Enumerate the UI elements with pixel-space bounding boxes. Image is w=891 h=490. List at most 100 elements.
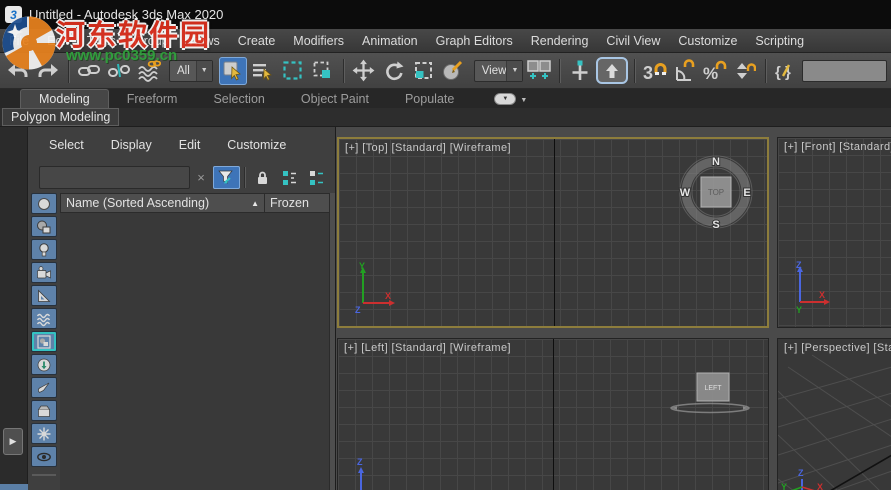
display-bones-toggle[interactable] [31,377,57,398]
menu-animation[interactable]: Animation [353,29,427,52]
ribbon-minimize-button[interactable]: ▼ [494,93,517,105]
display-particles-toggle[interactable] [31,423,57,444]
axis-tripod-left: Z [357,457,364,490]
undo-button[interactable] [4,57,32,85]
display-xrefs-toggle[interactable] [31,354,57,375]
viewport-perspective[interactable]: [+] [Perspective] [Standard] [Wireframe]… [777,338,891,490]
select-and-rotate-button[interactable] [380,57,408,85]
window-crossing-button[interactable] [309,57,337,85]
scene-explorer-table-body[interactable] [60,213,329,490]
menu-scripting[interactable]: Scripting [746,29,813,52]
column-header-frozen[interactable]: Frozen [265,194,330,212]
display-containers-toggle[interactable] [31,400,57,421]
viewport-top[interactable]: [+] [Top] [Standard] [Wireframe] Y X Z T… [337,137,769,328]
view-cube-top-face[interactable]: TOP [708,188,724,197]
reference-coordinate-value: View [481,64,507,77]
display-groups-toggle[interactable] [31,331,57,352]
lock-explorer-button[interactable] [249,166,276,189]
ribbon-tab-freeform[interactable]: Freeform [109,90,196,108]
display-space-warps-toggle[interactable] [31,308,57,329]
explorer-menu-edit[interactable]: Edit [179,138,201,152]
viewport-left-label[interactable]: [+] [Left] [Standard] [Wireframe] [344,342,511,354]
explorer-scrollbar[interactable] [329,193,335,490]
view-cube-left[interactable]: LEFT [668,367,754,419]
reference-coordinate-dropdown[interactable]: View ▼ [473,59,524,82]
snaps-toggle-3d-button[interactable]: 3 [641,57,669,85]
title-bar[interactable]: 3 Untitled - Autodesk 3ds Max 2020 [0,0,891,29]
compass-north[interactable]: N [711,155,721,169]
menu-edit[interactable]: Edit [38,29,78,52]
dropdown-arrow-icon: ▼ [506,60,523,81]
menu-graph-editors[interactable]: Graph Editors [427,29,522,52]
viewport-front-label[interactable]: [+] [Front] [Standard] [Wireframe] [784,141,891,153]
bind-to-space-warp-button[interactable] [135,57,163,85]
viewport-left[interactable]: [+] [Left] [Standard] [Wireframe] Z LEFT [337,338,769,490]
viewport-front[interactable]: [+] [Front] [Standard] [Wireframe] Z X Y [777,137,891,328]
menu-file[interactable]: File [0,29,38,52]
rectangular-selection-region-button[interactable] [279,57,307,85]
display-hidden-toggle[interactable] [31,446,57,467]
display-helpers-toggle[interactable] [31,285,57,306]
snap-3d-label: 3 [643,63,653,83]
select-and-move-button[interactable] [350,57,378,85]
redo-button[interactable] [34,57,62,85]
display-lights-toggle[interactable] [31,239,57,260]
select-and-manipulate-button[interactable] [566,57,594,85]
use-pivot-point-center-button[interactable] [525,57,553,85]
collapse-tree-button[interactable] [303,166,330,189]
search-filter-button[interactable] [213,166,240,189]
explorer-menu-select[interactable]: Select [49,138,84,152]
compass-west[interactable]: W [679,186,692,200]
view-cube-left-face[interactable]: LEFT [704,385,722,392]
ribbon-tab-object-paint[interactable]: Object Paint [283,90,387,108]
select-and-uniform-scale-button[interactable] [410,57,438,85]
angle-snap-button[interactable] [671,57,699,85]
select-and-link-button[interactable] [75,57,103,85]
app-icon[interactable]: 3 [5,6,22,23]
explorer-search-input[interactable] [39,166,190,189]
ribbon-tab-modeling[interactable]: Modeling [20,89,109,108]
ribbon-tab-selection[interactable]: Selection [195,90,282,108]
display-column-divider [32,474,56,476]
view-cube-top[interactable]: TOP N E S W [676,152,756,232]
menu-views[interactable]: Views [178,29,229,52]
named-selection-sets-field[interactable] [802,59,887,82]
ribbon-panel-row: Polygon Modeling [0,108,891,127]
expand-tree-button[interactable] [276,166,303,189]
selection-filter-dropdown[interactable]: All ▼ [169,59,213,82]
menu-tools[interactable]: Tools [78,29,125,52]
spinner-snap-button[interactable] [731,57,759,85]
3ds-max-window: 3 Untitled - Autodesk 3ds Max 2020 File … [0,0,891,490]
compass-south[interactable]: S [711,218,720,232]
display-geometry-toggle[interactable] [31,193,57,214]
axis-tripod-top: Y X Z [355,261,395,315]
explorer-menu-display[interactable]: Display [111,138,152,152]
menu-modifiers[interactable]: Modifiers [284,29,353,52]
menu-civil-view[interactable]: Civil View [597,29,669,52]
svg-text:Z: Z [355,305,361,315]
menu-create[interactable]: Create [229,29,285,52]
display-shapes-toggle[interactable] [31,216,57,237]
compass-east[interactable]: E [742,186,751,200]
viewport-perspective-label[interactable]: [+] [Perspective] [Standard] [Wireframe] [784,342,891,354]
ribbon-tab-populate[interactable]: Populate [387,90,472,108]
select-and-place-button[interactable] [440,57,468,85]
viewport-top-label[interactable]: [+] [Top] [Standard] [Wireframe] [345,142,511,154]
search-clear-icon[interactable]: × [193,167,209,187]
display-cameras-toggle[interactable] [31,262,57,283]
percent-snap-button[interactable]: % [701,57,729,85]
display-toggle-column [31,193,58,467]
polygon-modeling-panel-tab[interactable]: Polygon Modeling [2,108,120,126]
select-by-name-button[interactable] [249,57,277,85]
select-object-button[interactable] [218,56,247,85]
explorer-menu-customize[interactable]: Customize [227,138,286,152]
column-header-name[interactable]: Name (Sorted Ascending) ▲ [61,194,265,212]
menu-customize[interactable]: Customize [669,29,746,52]
ribbon-minimize-arrow-icon[interactable]: ▼ [520,97,527,104]
keyboard-shortcut-override-toggle[interactable] [596,57,629,84]
unlink-selection-button[interactable] [105,57,133,85]
menu-rendering[interactable]: Rendering [522,29,598,52]
panel-flyout-button[interactable]: ▶ [3,428,23,455]
edit-named-selection-sets-button[interactable]: { } [772,57,800,85]
menu-group[interactable]: Group [125,29,178,52]
